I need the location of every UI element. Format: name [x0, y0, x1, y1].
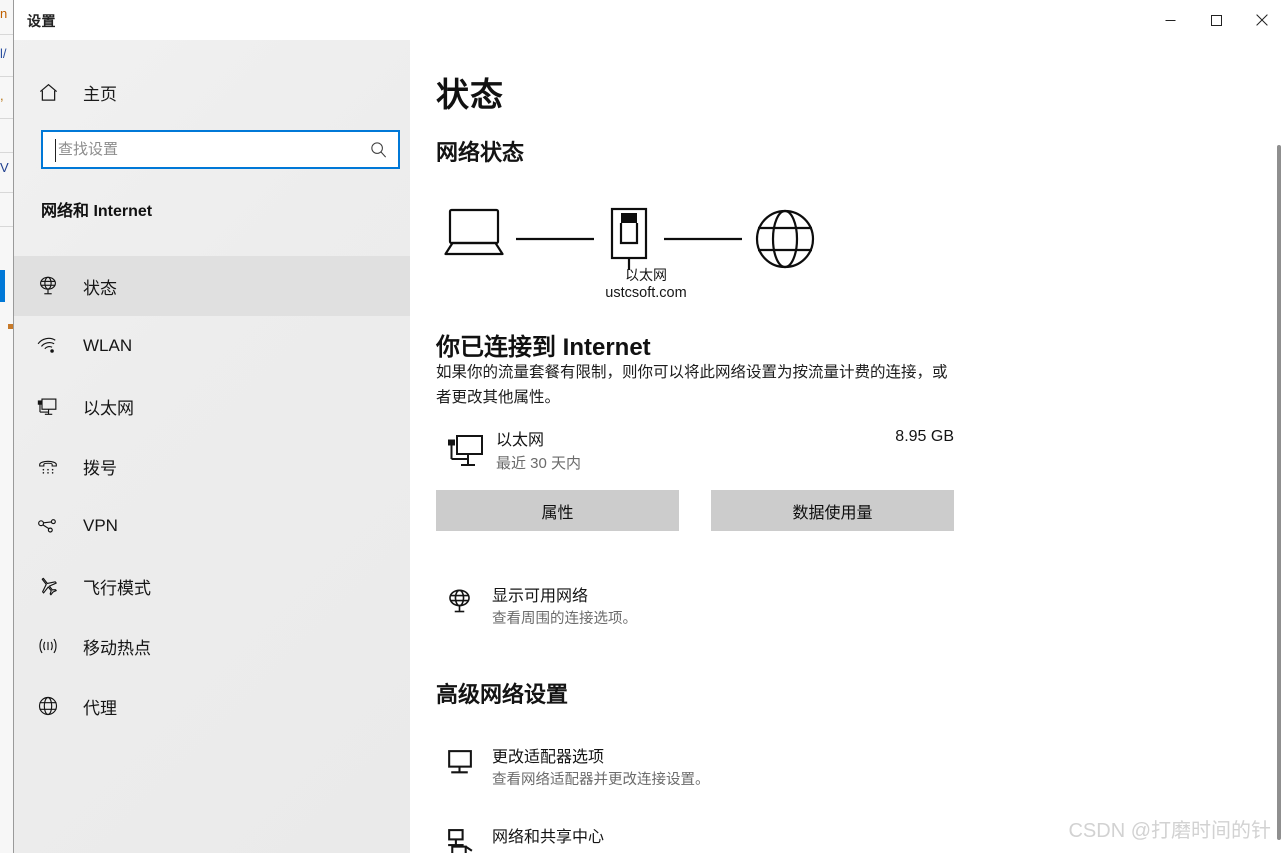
network-node-type: 以太网 [625, 267, 667, 283]
bg-sliver-text: , [0, 88, 4, 103]
connected-description: 如果你的流量套餐有限制，则你可以将此网络设置为按流量计费的连接，或者更改其他属性… [436, 364, 948, 406]
scrollbar-thumb[interactable] [1277, 145, 1281, 840]
network-node-label: 以太网 ustcsoft.com [586, 266, 706, 302]
link-title: 网络和共享中心 [492, 829, 605, 846]
bg-sliver-row [0, 226, 14, 227]
content-scrollbar[interactable] [1269, 40, 1285, 853]
ethernet-port-icon [610, 207, 648, 270]
vpn-icon [23, 514, 73, 538]
airplane-icon [23, 574, 73, 598]
main-content: 状态 网络状态 以太网 ustcsoft.com 你已连接到 Internet … [410, 40, 1285, 853]
adapter-period: 最近 30 天内 [496, 455, 582, 472]
search-box[interactable] [41, 130, 400, 169]
globe-icon [755, 209, 815, 269]
maximize-icon[interactable] [1193, 0, 1239, 40]
sidebar-item-label: 拨号 [83, 458, 117, 478]
wifi-icon [23, 334, 73, 358]
sharing-center-icon [444, 827, 475, 853]
search-text-caret [55, 139, 56, 162]
bg-sliver-row [0, 118, 14, 119]
window-controls [1147, 0, 1285, 40]
sidebar-item-label: VPN [83, 516, 118, 535]
sidebar-item-label: 以太网 [83, 398, 134, 418]
ethernet-monitor-icon [446, 434, 484, 475]
link-subtitle: 查看周围的连接选项。 [492, 611, 637, 627]
properties-button[interactable]: 属性 [436, 490, 679, 531]
sidebar-item-label: 代理 [83, 698, 117, 718]
link-title: 显示可用网络 [492, 588, 589, 605]
connected-heading: 你已连接到 Internet [436, 334, 651, 361]
bg-sliver-text: V [0, 160, 9, 175]
bg-sliver-text: n [0, 6, 8, 21]
sidebar-item-label: 移动热点 [83, 638, 151, 658]
ethernet-icon [23, 394, 73, 418]
sidebar-item-vpn[interactable]: VPN [14, 496, 410, 556]
sidebar-item-label: 飞行模式 [83, 578, 151, 598]
title-bar: 设置 [14, 0, 1285, 40]
data-usage-button[interactable]: 数据使用量 [711, 490, 954, 531]
sidebar-item-dialup[interactable]: 拨号 [14, 436, 410, 496]
adapter-summary-row: 以太网 最近 30 天内 8.95 GB [436, 426, 954, 478]
sidebar-item-mobile-hotspot[interactable]: 移动热点 [14, 616, 410, 676]
sidebar-item-ethernet[interactable]: 以太网 [14, 376, 410, 436]
bg-sliver-row [0, 192, 14, 193]
dialup-icon [23, 454, 73, 478]
bg-sliver-row [0, 34, 14, 35]
sidebar-group-title: 网络和 Internet [41, 203, 153, 220]
link-subtitle: 查看网络适配器并更改连接设置。 [492, 772, 710, 788]
sidebar-item-home[interactable]: 主页 [14, 72, 410, 112]
window-title: 设置 [27, 13, 56, 29]
settings-window: n l/ , V 主页 查找设置 网络和 Internet 状态 WLAN 以太… [0, 0, 1285, 853]
close-icon[interactable] [1239, 0, 1285, 40]
adapter-name: 以太网 [496, 432, 545, 449]
sidebar-item-wlan[interactable]: WLAN [14, 316, 410, 376]
minimize-icon[interactable] [1147, 0, 1193, 40]
sidebar-home-label: 主页 [83, 84, 117, 104]
action-button-row: 属性 数据使用量 [436, 490, 978, 531]
hotspot-icon [23, 634, 73, 658]
home-icon [23, 81, 73, 104]
sidebar-item-status[interactable]: 状态 [0, 256, 410, 316]
nav-edge-marker [8, 324, 13, 329]
sidebar-item-label: 状态 [83, 278, 117, 298]
laptop-icon [444, 208, 504, 256]
section-heading-network-status: 网络状态 [436, 140, 525, 165]
bg-sliver-row [0, 76, 14, 77]
section-heading-advanced: 高级网络设置 [436, 682, 569, 707]
search-input[interactable] [43, 132, 358, 167]
network-status-icon [23, 274, 73, 298]
adapter-data-usage: 8.95 GB [895, 428, 954, 445]
sidebar-nav-list: 状态 WLAN 以太网 拨号 VPN 飞行模式 移动热点 代理 [0, 256, 410, 736]
network-diagram: 以太网 ustcsoft.com [436, 200, 856, 320]
bg-sliver-row [0, 152, 14, 153]
sidebar-item-proxy[interactable]: 代理 [14, 676, 410, 736]
link-title: 更改适配器选项 [492, 749, 605, 766]
sidebar-item-airplane-mode[interactable]: 飞行模式 [14, 556, 410, 616]
watermark: CSDN @打磨时间的针 [1068, 820, 1271, 842]
network-sharing-center-link[interactable]: 网络和共享中心 [436, 823, 956, 853]
bg-sliver-text: l/ [0, 46, 7, 61]
network-status-icon [444, 586, 475, 622]
search-icon[interactable] [358, 132, 398, 167]
globe-icon [23, 694, 73, 718]
background-window-sliver: n l/ , V [0, 0, 14, 853]
network-node-domain: ustcsoft.com [605, 285, 687, 301]
settings-sidebar: 主页 网络和 Internet [0, 0, 410, 853]
change-adapter-options-link[interactable]: 更改适配器选项 查看网络适配器并更改连接设置。 [436, 743, 956, 793]
page-title: 状态 [436, 76, 504, 113]
sidebar-item-label: WLAN [83, 336, 133, 355]
show-available-networks-link[interactable]: 显示可用网络 查看周围的连接选项。 [436, 582, 956, 632]
monitor-icon [444, 747, 475, 783]
